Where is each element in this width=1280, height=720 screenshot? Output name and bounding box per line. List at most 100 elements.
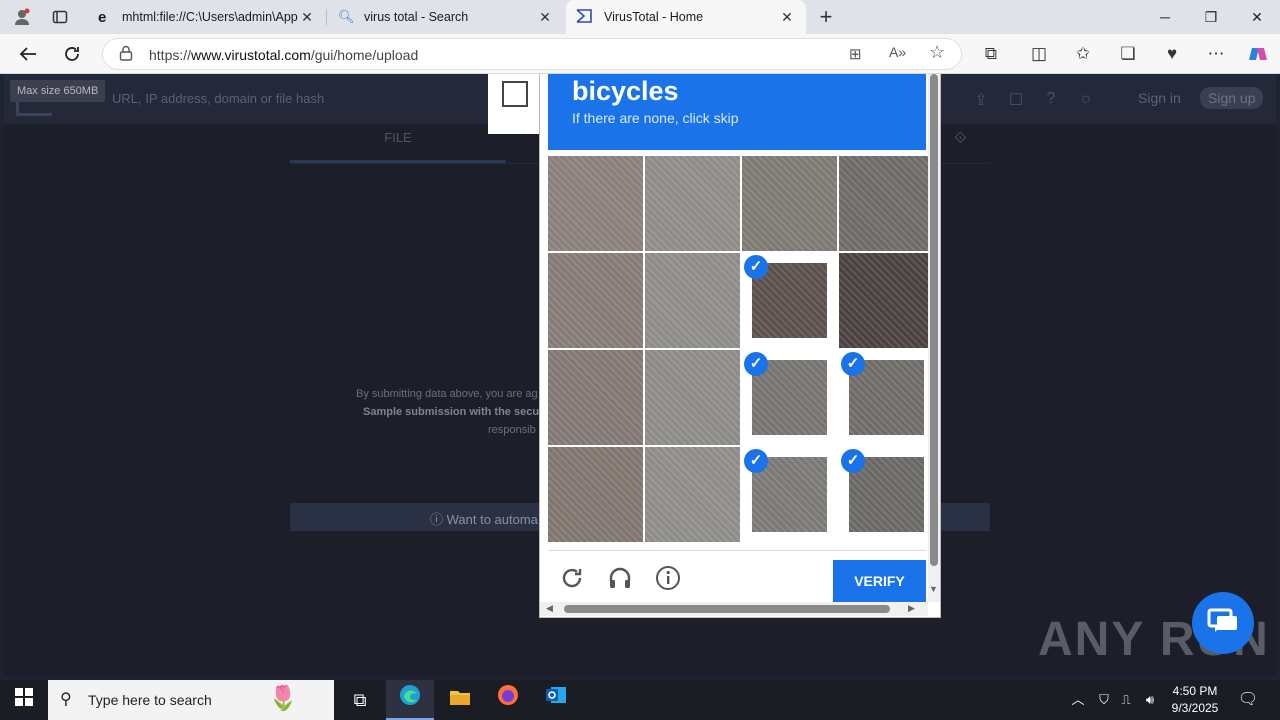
scroll-down-icon[interactable]: ▼ xyxy=(929,584,938,594)
read-aloud-icon[interactable]: A» xyxy=(889,44,906,60)
notifications-icon[interactable]: 🗨︎ xyxy=(1236,680,1260,720)
network-icon[interactable]: ⎍ xyxy=(1116,680,1136,720)
close-icon[interactable]: ✕ xyxy=(536,9,554,26)
search-highlight-flowers-icon: 🌷 xyxy=(268,685,298,712)
back-arrow-icon[interactable] xyxy=(14,40,42,68)
edge-taskbar-icon[interactable] xyxy=(386,680,434,720)
tab-actions-icon[interactable] xyxy=(46,3,74,31)
firefox-icon[interactable] xyxy=(484,680,532,720)
theme-icon[interactable]: ☼ xyxy=(1076,90,1096,110)
vertical-scrollbar[interactable]: ▼ xyxy=(928,74,940,602)
captcha-tile[interactable]: ✓ xyxy=(742,253,837,348)
favorites-icon[interactable]: ✩ xyxy=(1069,40,1097,68)
minimize-icon[interactable]: ─ xyxy=(1142,0,1188,34)
captcha-tile[interactable] xyxy=(645,253,740,348)
browser-essentials-icon[interactable]: ♥ xyxy=(1158,40,1186,68)
tab-mhtml[interactable]: e mhtml:file://C:\Users\admin\AppD ✕ xyxy=(88,0,326,34)
close-icon[interactable]: ✕ xyxy=(778,9,796,26)
sign-up-button[interactable]: Sign up xyxy=(1200,87,1264,109)
split-screen-icon[interactable]: ◫ xyxy=(1025,40,1053,68)
tile-selected-check-icon: ✓ xyxy=(841,352,865,376)
vt-search-input[interactable]: URL, IP address, domain or file hash xyxy=(112,91,324,106)
outlook-icon[interactable] xyxy=(532,680,580,720)
info-icon[interactable] xyxy=(654,565,682,593)
tos-text-bold: Sample submission with the secu xyxy=(363,406,540,418)
captcha-checkbox[interactable] xyxy=(502,81,528,107)
copilot-icon[interactable] xyxy=(1244,40,1272,68)
captcha-target: bicycles xyxy=(572,76,679,106)
tile-selected-check-icon: ✓ xyxy=(841,449,865,473)
chat-icon[interactable]: ☐ xyxy=(1006,90,1026,110)
upload-icon[interactable]: ⇪ xyxy=(971,90,991,110)
captcha-tile[interactable] xyxy=(548,447,643,542)
window-close-icon[interactable]: ✕ xyxy=(1234,0,1280,34)
audio-challenge-icon[interactable] xyxy=(606,565,634,593)
captcha-tile[interactable] xyxy=(839,253,934,348)
tile-image xyxy=(548,156,643,251)
volume-icon[interactable]: 🔊︎ xyxy=(1140,680,1160,720)
file-explorer-icon[interactable] xyxy=(436,680,484,720)
show-hidden-icons-icon[interactable]: ︿ xyxy=(1068,680,1088,720)
captcha-tile[interactable]: ✓ xyxy=(839,350,934,445)
tile-selected-check-icon: ✓ xyxy=(744,352,768,376)
security-tray-icon[interactable]: ⛉ xyxy=(1094,680,1114,720)
windows-taskbar: ⚲ Type here to search 🌷 ⧉ ︿ ⛉ ⎍ 🔊︎ 4:50 … xyxy=(0,680,1280,720)
search-mode-icon[interactable]: ⟐ xyxy=(954,130,967,148)
tab-search[interactable]: 🔍︎ virus total - Search ✕ xyxy=(328,0,564,34)
captcha-challenge: bicycles If there are none, click skip ✓… xyxy=(539,74,941,618)
taskbar-search[interactable]: ⚲ Type here to search 🌷 xyxy=(48,680,334,720)
tile-image xyxy=(645,350,740,445)
tile-image xyxy=(548,253,643,348)
captcha-header: bicycles If there are none, click skip xyxy=(548,74,926,150)
captcha-tile[interactable] xyxy=(645,156,740,251)
captcha-tile[interactable]: ✓ xyxy=(742,447,837,542)
ie-page-icon: e xyxy=(98,8,107,26)
tile-selected-check-icon: ✓ xyxy=(744,449,768,473)
captcha-tile[interactable]: ✓ xyxy=(839,447,934,542)
tab-virustotal[interactable]: VirusTotal - Home ✕ xyxy=(566,0,806,34)
scroll-right-icon[interactable]: ▶ xyxy=(908,603,915,614)
help-icon[interactable]: ? xyxy=(1041,90,1061,110)
scroll-left-icon[interactable]: ◀ xyxy=(546,603,553,614)
sign-in-link[interactable]: Sign in xyxy=(1138,90,1181,106)
tile-image xyxy=(742,156,837,251)
captcha-grid: ✓ ✓ ✓ ✓ ✓ xyxy=(548,156,934,544)
verify-button[interactable]: VERIFY xyxy=(833,560,926,602)
captcha-instructions: If there are none, click skip xyxy=(572,110,739,126)
profile-icon[interactable] xyxy=(8,3,36,31)
captcha-tile[interactable] xyxy=(548,350,643,445)
tile-image xyxy=(839,253,934,348)
favorite-star-icon[interactable]: ☆ xyxy=(929,42,945,63)
chat-bubble-icon[interactable] xyxy=(1192,592,1254,654)
scroll-thumb[interactable] xyxy=(930,74,938,566)
captcha-tile[interactable] xyxy=(645,350,740,445)
scroll-thumb[interactable] xyxy=(564,605,890,613)
horizontal-scrollbar[interactable]: ◀ ▶ xyxy=(540,602,928,616)
refresh-icon[interactable] xyxy=(58,40,86,68)
address-bar[interactable]: https://www.virustotal.com/gui/home/uplo… xyxy=(102,38,962,70)
lock-icon[interactable] xyxy=(119,45,133,64)
captcha-tile[interactable] xyxy=(548,156,643,251)
tab-file[interactable]: FILE xyxy=(290,130,506,145)
captcha-tile[interactable] xyxy=(645,447,740,542)
task-view-icon[interactable]: ⧉ xyxy=(336,680,384,720)
tile-image xyxy=(839,156,934,251)
reload-icon[interactable] xyxy=(558,565,586,593)
captcha-tile[interactable] xyxy=(548,253,643,348)
app-available-icon[interactable]: ⊞ xyxy=(849,45,862,63)
restore-icon[interactable]: ❐ xyxy=(1188,0,1234,34)
new-tab-icon[interactable]: + xyxy=(812,3,840,31)
collections-icon[interactable]: ❏ xyxy=(1114,40,1142,68)
captcha-tile[interactable]: ✓ xyxy=(742,350,837,445)
tile-selected-check-icon: ✓ xyxy=(744,255,768,279)
windows-start-icon[interactable] xyxy=(0,680,48,720)
close-icon[interactable]: ✕ xyxy=(298,9,316,26)
more-menu-icon[interactable]: ⋯ xyxy=(1202,40,1230,68)
browser-nav-bar: https://www.virustotal.com/gui/home/uplo… xyxy=(0,34,1280,74)
tos-text-line: responsib xyxy=(488,424,536,436)
captcha-tile[interactable] xyxy=(839,156,934,251)
extensions-icon[interactable]: ⧉ xyxy=(977,40,1005,68)
browser-tab-bar: e mhtml:file://C:\Users\admin\AppD ✕ 🔍︎ … xyxy=(0,0,1280,34)
system-clock[interactable]: 4:50 PM 9/3/2025 xyxy=(1160,683,1230,717)
captcha-tile[interactable] xyxy=(742,156,837,251)
